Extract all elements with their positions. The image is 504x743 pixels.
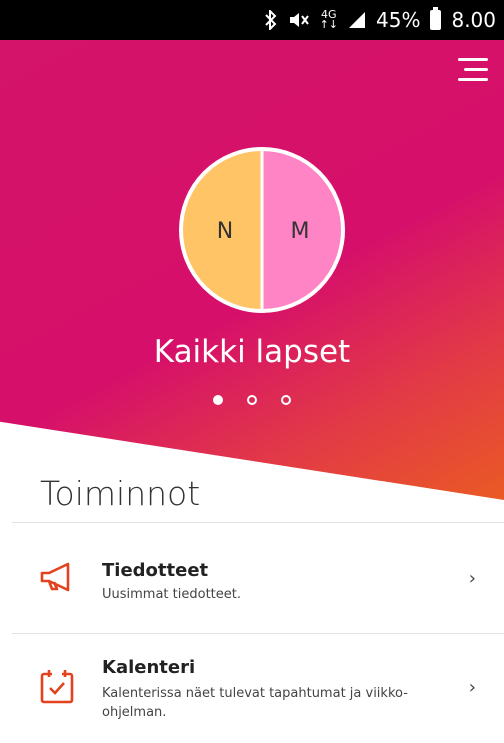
mute-icon xyxy=(288,10,310,30)
item-title: Tiedotteet xyxy=(102,560,209,581)
hamburger-icon xyxy=(458,58,488,61)
battery-percent: 45% xyxy=(376,8,421,32)
pager-dot-3[interactable] xyxy=(281,395,291,405)
divider xyxy=(12,522,504,523)
status-bar: 4G ↑↓ 45% 8.00 xyxy=(0,0,504,40)
chevron-right-icon: › xyxy=(468,568,476,589)
pager-dots xyxy=(0,395,504,405)
network-type: 4G ↑↓ xyxy=(319,8,339,31)
avatar-initial-m: M xyxy=(291,219,310,244)
pager-dot-1[interactable] xyxy=(213,395,223,405)
chevron-right-icon: › xyxy=(468,677,476,698)
divider xyxy=(12,633,504,634)
clock: 8.00 xyxy=(451,8,496,32)
hero-title: Kaikki lapset xyxy=(153,334,351,370)
item-subtitle: Uusimmat tiedotteet. xyxy=(102,587,241,602)
megaphone-icon xyxy=(38,558,76,596)
calendar-check-icon xyxy=(38,667,76,705)
item-title: Kalenteri xyxy=(102,657,196,678)
pager-dot-2[interactable] xyxy=(247,395,257,405)
list-item-tiedotteet[interactable]: Tiedotteet Uusimmat tiedotteet. › xyxy=(0,540,504,630)
children-avatar[interactable]: N M xyxy=(177,145,347,315)
list-item-kalenteri[interactable]: Kalenteri Kalenterissa näet tulevat tapa… xyxy=(0,647,504,737)
item-subtitle: Kalenterissa näet tulevat tapahtumat ja … xyxy=(102,686,408,720)
menu-button[interactable] xyxy=(458,58,488,82)
avatar-initial-n: N xyxy=(217,219,233,244)
battery-icon xyxy=(430,7,442,30)
signal-icon xyxy=(348,11,366,29)
section-title: Toiminnot xyxy=(40,474,201,513)
bluetooth-icon xyxy=(264,10,278,30)
